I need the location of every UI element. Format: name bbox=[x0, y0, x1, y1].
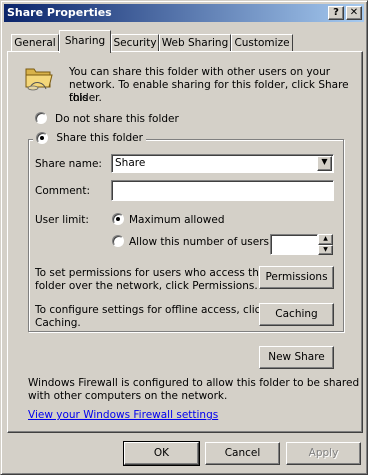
intro-line-1: You can share this folder with other use… bbox=[69, 66, 331, 78]
firewall-text-line-2: with other computers on the network. bbox=[28, 390, 228, 402]
comment-input[interactable] bbox=[111, 180, 334, 201]
permissions-text-line-1: To set permissions for users who access … bbox=[35, 267, 268, 279]
user-limit-label: User limit: bbox=[35, 214, 89, 226]
user-count-input[interactable] bbox=[270, 234, 318, 255]
intro-line-3: folder. bbox=[69, 92, 102, 104]
allow-number-label[interactable]: Allow this number of users: bbox=[129, 236, 273, 249]
help-button[interactable]: ? bbox=[328, 6, 344, 20]
tab-sharing[interactable]: Sharing bbox=[59, 30, 111, 53]
new-share-button[interactable]: New Share bbox=[259, 346, 334, 369]
permissions-text-line-2: folder over the network, click Permissio… bbox=[35, 280, 258, 292]
share-name-combobox[interactable]: Share ▼ bbox=[111, 154, 334, 173]
tab-security[interactable]: Security bbox=[111, 34, 159, 52]
do-not-share-label[interactable]: Do not share this folder bbox=[55, 113, 179, 126]
share-this-folder-option: Share this folder bbox=[33, 132, 146, 146]
user-count-down-button[interactable]: ▼ bbox=[318, 245, 333, 255]
caching-text-line-2: Caching. bbox=[35, 317, 81, 329]
firewall-text-line-1: Windows Firewall is configured to allow … bbox=[28, 377, 360, 389]
share-name-dropdown-button[interactable]: ▼ bbox=[317, 156, 332, 171]
chevron-down-icon: ▼ bbox=[321, 157, 328, 166]
sharing-panel: You can share this folder with other use… bbox=[7, 51, 363, 433]
share-this-folder-label[interactable]: Share this folder bbox=[56, 132, 143, 144]
permissions-button[interactable]: Permissions bbox=[259, 266, 334, 289]
tab-customize[interactable]: Customize bbox=[231, 34, 293, 52]
maximum-allowed-radio[interactable] bbox=[112, 213, 124, 225]
tab-web-sharing[interactable]: Web Sharing bbox=[159, 34, 231, 52]
maximum-allowed-label[interactable]: Maximum allowed bbox=[129, 214, 224, 227]
close-button[interactable]: ✕ bbox=[346, 6, 362, 20]
allow-number-radio[interactable] bbox=[112, 235, 124, 247]
cancel-button[interactable]: Cancel bbox=[205, 442, 280, 465]
user-count-up-button[interactable]: ▲ bbox=[318, 234, 333, 245]
firewall-settings-link[interactable]: View your Windows Firewall settings bbox=[28, 409, 218, 422]
shared-folder-icon bbox=[25, 68, 53, 91]
share-this-folder-radio[interactable] bbox=[36, 132, 48, 144]
share-properties-dialog: Share Properties ? ✕ General Sharing Sec… bbox=[0, 0, 368, 475]
do-not-share-radio[interactable] bbox=[35, 112, 47, 124]
apply-button[interactable]: Apply bbox=[286, 442, 361, 465]
caching-text-line-1: To configure settings for offline access… bbox=[35, 304, 267, 316]
caching-button[interactable]: Caching bbox=[259, 303, 334, 326]
chevron-down-icon: ▼ bbox=[323, 246, 328, 253]
chevron-up-icon: ▲ bbox=[323, 235, 328, 242]
tab-general[interactable]: General bbox=[11, 34, 59, 52]
share-name-value: Share bbox=[115, 157, 146, 169]
window-title: Share Properties bbox=[7, 6, 112, 19]
ok-button[interactable]: OK bbox=[123, 441, 200, 466]
comment-label: Comment: bbox=[35, 185, 90, 197]
intro-line-2: network. To enable sharing for this fold… bbox=[69, 79, 349, 104]
share-name-label: Share name: bbox=[35, 158, 102, 170]
title-bar: Share Properties ? ✕ bbox=[4, 4, 364, 22]
